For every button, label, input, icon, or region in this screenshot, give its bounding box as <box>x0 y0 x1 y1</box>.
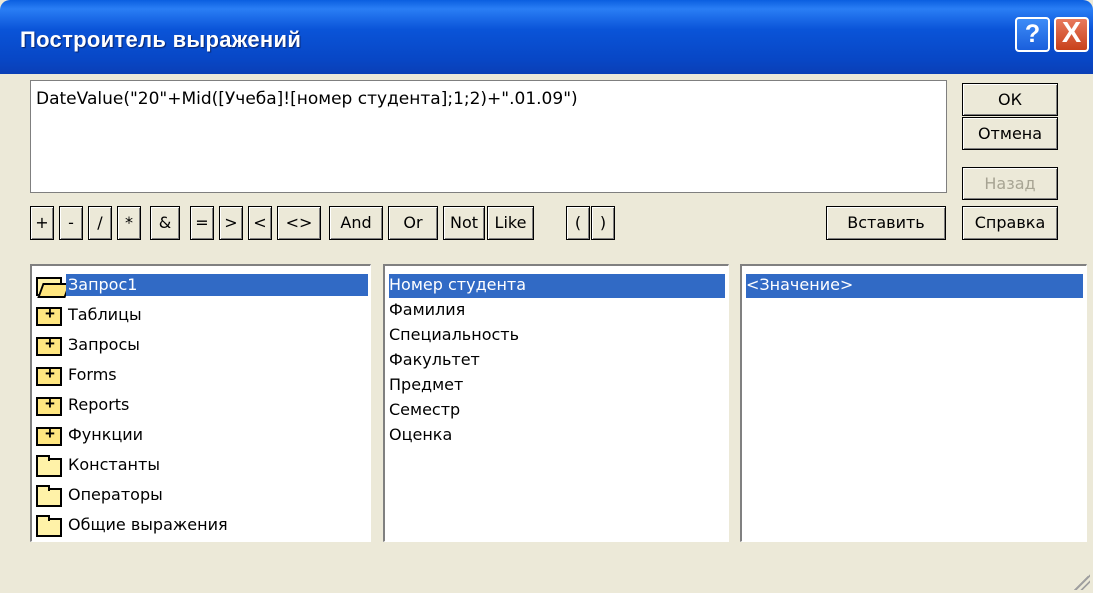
help-button[interactable]: Справка <box>962 206 1058 240</box>
tree-item-label: Операторы <box>68 485 163 504</box>
help-title-button[interactable]: ? <box>1015 17 1050 52</box>
folder-icon <box>36 455 62 477</box>
list-item[interactable]: Факультет <box>389 349 480 373</box>
tree-item-label: Reports <box>68 395 130 414</box>
list-item[interactable]: Специальность <box>389 324 519 348</box>
tree-item-tables[interactable]: Таблицы <box>32 304 370 328</box>
tree-item-label: Таблицы <box>68 305 142 324</box>
list-item[interactable]: Фамилия <box>389 299 465 323</box>
tree-item-label: Запросы <box>68 335 140 354</box>
operator-or-button[interactable]: Or <box>388 206 438 240</box>
ok-button[interactable]: ОК <box>962 83 1058 116</box>
plus-folder-icon <box>36 334 62 356</box>
operator-not-equal-button[interactable]: <> <box>277 206 321 240</box>
operator-not-button[interactable]: Not <box>443 206 485 240</box>
insert-button[interactable]: Вставить <box>826 206 946 240</box>
tree-item-forms[interactable]: Forms <box>32 364 370 388</box>
list-item[interactable]: Номер студента <box>389 274 725 298</box>
plus-folder-icon <box>36 394 62 416</box>
tree-item-label: Общие выражения <box>68 515 228 534</box>
folder-tree-list[interactable]: Запрос1 Таблицы Запросы Forms Reports Фу… <box>30 264 371 542</box>
operator-open-paren-button[interactable]: ( <box>566 206 590 240</box>
expression-builder-dialog: Построитель выражений ? X DateValue("20"… <box>0 0 1093 593</box>
open-folder-icon <box>36 277 62 296</box>
back-button[interactable]: Назад <box>962 167 1058 200</box>
tree-item-queries[interactable]: Запросы <box>32 334 370 358</box>
list-item[interactable]: Предмет <box>389 374 463 398</box>
tree-item-reports[interactable]: Reports <box>32 394 370 418</box>
expression-input[interactable]: DateValue("20"+Mid([Учеба]![номер студен… <box>30 80 947 193</box>
plus-folder-icon <box>36 364 62 386</box>
operator-minus-button[interactable]: - <box>59 206 83 240</box>
operator-divide-button[interactable]: / <box>88 206 112 240</box>
resize-grip-icon[interactable] <box>1074 574 1090 590</box>
operator-multiply-button[interactable]: * <box>117 206 141 240</box>
tree-item-query1[interactable]: Запрос1 <box>32 274 370 298</box>
folder-icon <box>36 515 62 537</box>
close-button[interactable]: X <box>1054 17 1089 52</box>
values-list[interactable]: <Значение> <box>740 264 1087 542</box>
window-title: Построитель выражений <box>20 27 302 52</box>
fields-list[interactable]: Номер студента Фамилия Специальность Фак… <box>383 264 729 542</box>
tree-item-label: Запрос1 <box>66 274 368 296</box>
operator-less-button[interactable]: < <box>248 206 272 240</box>
list-item[interactable]: Семестр <box>389 399 460 423</box>
operator-ampersand-button[interactable]: & <box>150 206 180 240</box>
cancel-button[interactable]: Отмена <box>962 117 1058 150</box>
plus-folder-icon <box>36 424 62 446</box>
tree-item-label: Функции <box>68 425 144 444</box>
list-item[interactable]: <Значение> <box>746 274 1083 298</box>
tree-item-functions[interactable]: Функции <box>32 424 370 448</box>
tree-item-constants[interactable]: Константы <box>32 454 370 478</box>
operator-like-button[interactable]: Like <box>487 206 534 240</box>
tree-item-operators[interactable]: Операторы <box>32 484 370 508</box>
tree-item-common-expressions[interactable]: Общие выражения <box>32 514 370 538</box>
operator-plus-button[interactable]: + <box>30 206 54 240</box>
tree-item-label: Forms <box>68 365 117 384</box>
list-item[interactable]: Оценка <box>389 424 452 448</box>
plus-folder-icon <box>36 304 62 326</box>
operator-equals-button[interactable]: = <box>190 206 214 240</box>
operator-close-paren-button[interactable]: ) <box>591 206 615 240</box>
tree-item-label: Константы <box>68 455 160 474</box>
operator-and-button[interactable]: And <box>329 206 383 240</box>
folder-icon <box>36 485 62 507</box>
operator-greater-button[interactable]: > <box>219 206 243 240</box>
title-bar[interactable]: Построитель выражений ? X <box>0 0 1093 74</box>
